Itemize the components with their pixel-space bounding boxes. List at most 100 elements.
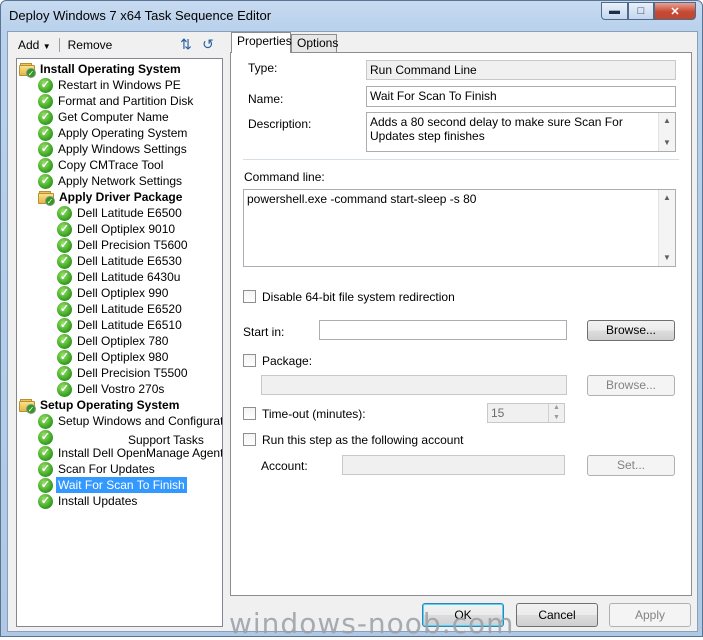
tree-step[interactable]: ✓	[38, 429, 60, 445]
tab-properties[interactable]: Properties	[231, 32, 292, 53]
command-line-text: powershell.exe -command start-sleep -s 8…	[247, 192, 477, 206]
green-check-icon: ✓	[57, 317, 72, 333]
package-checkbox[interactable]	[243, 354, 256, 367]
tree-step[interactable]: ✓ Get Computer Name	[38, 109, 171, 125]
timeout-checkbox[interactable]	[243, 407, 256, 420]
tree-group[interactable]: ✓ Apply Driver Package	[38, 189, 184, 206]
tree-step[interactable]: ✓ Dell Optiplex 780	[57, 333, 170, 349]
timeout-stepper[interactable]: 15 ▲ ▼	[487, 403, 565, 423]
tree-step[interactable]: ✓ Format and Partition Disk	[38, 93, 195, 109]
folder-check-icon: ✓	[19, 398, 36, 414]
section-divider	[243, 159, 679, 160]
apply-button[interactable]: Apply	[609, 603, 691, 627]
tab-options[interactable]: Options	[291, 34, 338, 53]
package-browse-button[interactable]: Browse...	[587, 375, 675, 396]
tree-step[interactable]: ✓ Dell Precision T5600	[57, 237, 190, 253]
green-check-icon: ✓	[57, 301, 72, 317]
tree-step[interactable]: ✓ Dell Vostro 270s	[57, 381, 166, 397]
tree-group[interactable]: ✓ Setup Operating System	[19, 397, 181, 414]
minimize-button[interactable]: ▬	[601, 2, 628, 20]
tree-item-label: Dell Optiplex 990	[77, 286, 169, 300]
tree-step[interactable]: ✓ Apply Windows Settings	[38, 141, 189, 157]
scroll-up-icon[interactable]: ▲	[659, 113, 675, 129]
package-input[interactable]	[261, 375, 567, 395]
tree-item-label: Apply Operating System	[58, 126, 188, 140]
run-as-account-label: Run this step as the following account	[262, 433, 464, 447]
green-check-icon: ✓	[57, 365, 72, 381]
green-check-icon: ✓	[38, 493, 53, 509]
green-check-icon: ✓	[38, 173, 53, 189]
tree-step[interactable]: ✓ Install Updates	[38, 493, 139, 509]
tree-step[interactable]: ✓ Copy CMTrace Tool	[38, 157, 165, 173]
timeout-spinner[interactable]: ▲ ▼	[548, 404, 564, 422]
tree-item-label: Dell Optiplex 780	[77, 334, 169, 348]
scroll-down-icon[interactable]: ▼	[659, 250, 675, 266]
task-sequence-tree[interactable]: ✓ Install Operating System ✓ Restart in Win…	[16, 58, 223, 627]
maximize-button[interactable]: □	[628, 2, 654, 20]
command-line-scrollbar[interactable]: ▲ ▼	[658, 190, 675, 266]
tree-item-label: Apply Network Settings	[58, 174, 183, 188]
tree-step[interactable]: ✓ Dell Precision T5500	[57, 365, 190, 381]
caption-buttons: ▬ □ ✕	[601, 2, 696, 20]
close-button[interactable]: ✕	[654, 2, 696, 20]
tree-item-label: Dell Optiplex 980	[77, 350, 169, 364]
tree-step[interactable]: ✓ Scan For Updates	[38, 461, 157, 477]
tree-step[interactable]: ✓ Dell Latitude E6520	[57, 301, 184, 317]
run-as-account-checkbox[interactable]	[243, 433, 256, 446]
tree-step[interactable]: ✓ Dell Latitude E6500	[57, 205, 184, 221]
spin-up-icon[interactable]: ▲	[549, 404, 564, 413]
tree-step[interactable]: ✓ Apply Operating System	[38, 125, 189, 141]
account-label: Account:	[261, 459, 308, 473]
scroll-up-icon[interactable]: ▲	[659, 190, 675, 206]
tree-step[interactable]: ✓ Dell Latitude 6430u	[57, 269, 182, 285]
tree-step[interactable]: ✓ Dell Latitude E6510	[57, 317, 184, 333]
tree-item-label: Dell Optiplex 9010	[77, 222, 176, 236]
tree-item-label: Dell Precision T5500	[77, 366, 188, 380]
start-in-input[interactable]	[319, 320, 567, 340]
command-line-textarea[interactable]: powershell.exe -command start-sleep -s 8…	[243, 189, 676, 267]
move-up-icon[interactable]: ⇅	[178, 36, 194, 52]
tree-item-label: Format and Partition Disk	[58, 94, 194, 108]
green-check-icon: ✓	[57, 333, 72, 349]
name-input[interactable]: Wait For Scan To Finish	[366, 86, 676, 107]
tree-step[interactable]: ✓ Install Dell OpenManage Agent	[38, 445, 222, 461]
type-value: Run Command Line	[366, 60, 676, 80]
description-scrollbar[interactable]: ▲ ▼	[658, 113, 675, 151]
start-in-browse-button[interactable]: Browse...	[587, 320, 675, 341]
description-textarea[interactable]: Adds a 80 second delay to make sure Scan…	[366, 112, 676, 152]
watermark: windows-noob.com	[229, 607, 515, 640]
tree-item-label: Setup Windows and Configuration	[58, 414, 223, 428]
tree-step[interactable]: ✓ Wait For Scan To Finish	[38, 477, 187, 493]
cancel-button[interactable]: Cancel	[516, 603, 598, 627]
timeout-value: 15	[491, 406, 505, 420]
tree-item-label: Get Computer Name	[58, 110, 169, 124]
green-check-icon: ✓	[38, 429, 53, 445]
tree-group[interactable]: ✓ Install Operating System	[19, 61, 183, 78]
green-check-icon: ✓	[57, 285, 72, 301]
disable-redirection-checkbox[interactable]	[243, 290, 256, 303]
tree-step[interactable]: ✓ Setup Windows and Configuration	[38, 413, 223, 429]
spin-down-icon[interactable]: ▼	[549, 413, 564, 422]
tree-step[interactable]: ✓ Dell Optiplex 9010	[57, 221, 177, 237]
green-check-icon: ✓	[38, 93, 53, 109]
tree-step[interactable]: ✓ Apply Network Settings	[38, 173, 184, 189]
tree-step[interactable]: ✓ Dell Optiplex 990	[57, 285, 170, 301]
account-set-button[interactable]: Set...	[587, 455, 675, 476]
tree-step[interactable]: ✓ Dell Optiplex 980	[57, 349, 170, 365]
green-check-icon: ✓	[38, 77, 53, 93]
tree-step[interactable]: ✓ Dell Latitude E6530	[57, 253, 184, 269]
tree-item-label: Dell Latitude E6530	[77, 254, 182, 268]
title-bar[interactable]: Deploy Windows 7 x64 Task Sequence Edito…	[1, 1, 702, 31]
green-check-icon: ✓	[57, 269, 72, 285]
green-check-icon: ✓	[57, 237, 72, 253]
tree-step[interactable]: ✓ Restart in Windows PE	[38, 77, 183, 93]
add-button[interactable]: Add ▼	[12, 36, 57, 54]
tree-item-label: Dell Latitude 6430u	[77, 270, 181, 284]
move-down-icon[interactable]: ↺	[200, 36, 216, 52]
remove-button[interactable]: Remove	[62, 36, 119, 54]
folder-check-icon: ✓	[19, 62, 36, 78]
scroll-down-icon[interactable]: ▼	[659, 135, 675, 151]
account-input[interactable]	[342, 455, 565, 475]
tree-item-label: Setup Operating System	[40, 398, 180, 412]
green-check-icon: ✓	[38, 141, 53, 157]
